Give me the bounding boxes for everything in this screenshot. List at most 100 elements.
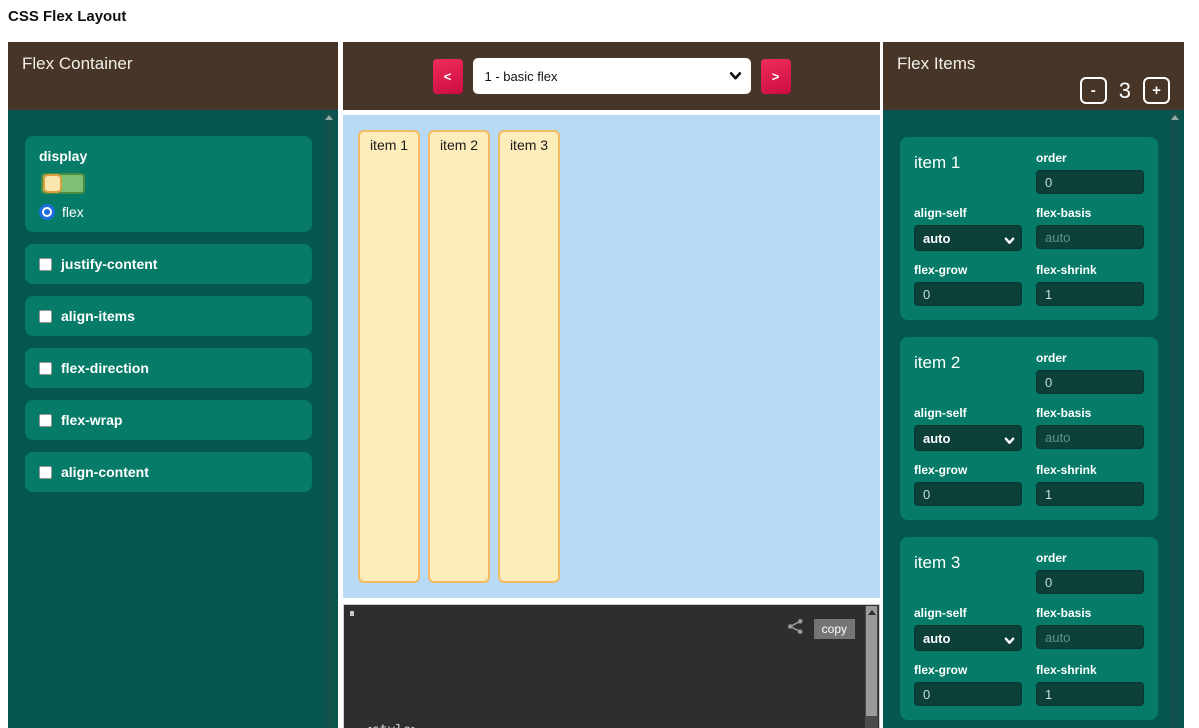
option-checkbox[interactable] xyxy=(39,362,52,375)
option-label: flex-direction xyxy=(61,360,149,376)
align-self-field: align-self auto xyxy=(914,206,1022,251)
flex-item-card: item 1 order align-self auto xyxy=(900,137,1158,320)
flex-basis-label: flex-basis xyxy=(1036,206,1144,220)
flex-shrink-label: flex-shrink xyxy=(1036,263,1144,277)
item-count-value: 3 xyxy=(1119,78,1131,104)
flex-grow-label: flex-grow xyxy=(914,663,1022,677)
flex-grow-field: flex-grow xyxy=(914,663,1022,706)
flex-basis-label: flex-basis xyxy=(1036,406,1144,420)
code-cursor-dot xyxy=(350,611,354,616)
order-label: order xyxy=(1036,151,1144,165)
order-field: order xyxy=(1036,151,1144,194)
right-panel-scrollbar[interactable] xyxy=(1170,112,1181,728)
flex-grow-label: flex-grow xyxy=(914,463,1022,477)
scroll-up-icon[interactable] xyxy=(868,610,876,615)
option-label: flex-wrap xyxy=(61,412,122,428)
flex-basis-input[interactable] xyxy=(1036,225,1144,249)
flex-grow-input[interactable] xyxy=(914,282,1022,306)
option-card[interactable]: flex-wrap xyxy=(25,400,312,440)
code-scrollbar[interactable] xyxy=(865,606,878,728)
flex-item-name: item 2 xyxy=(914,351,1022,394)
flex-container-panel-header: Flex Container xyxy=(8,42,338,110)
flex-shrink-label: flex-shrink xyxy=(1036,663,1144,677)
align-self-label: align-self xyxy=(914,406,1022,420)
left-panel-scrollbar[interactable] xyxy=(324,112,335,728)
scroll-up-icon[interactable] xyxy=(1171,115,1179,120)
page-title: CSS Flex Layout xyxy=(8,8,126,25)
share-icon[interactable] xyxy=(787,618,804,640)
option-checkbox[interactable] xyxy=(39,310,52,323)
align-self-field: align-self auto xyxy=(914,606,1022,651)
preview-flex-item: item 2 xyxy=(428,130,490,583)
display-toggle-knob[interactable] xyxy=(43,174,62,193)
order-field: order xyxy=(1036,351,1144,394)
flex-basis-input[interactable] xyxy=(1036,425,1144,449)
option-label: justify-content xyxy=(61,256,157,272)
flex-radio[interactable] xyxy=(39,204,55,220)
flex-container-panel-title: Flex Container xyxy=(22,54,324,74)
flex-grow-input[interactable] xyxy=(914,482,1022,506)
order-input[interactable] xyxy=(1036,370,1144,394)
container-options-list: justify-content align-items xyxy=(25,244,312,492)
flex-container-panel-body: display flex justify-content xyxy=(8,110,338,728)
flex-grow-label: flex-grow xyxy=(914,263,1022,277)
preset-bar: < 1 - basic flex > xyxy=(343,42,880,110)
preview-column: < 1 - basic flex > item 1 item 2 item 3 xyxy=(343,42,880,728)
code-panel: copy <style> .flex-container { display: … xyxy=(343,604,880,728)
order-label: order xyxy=(1036,551,1144,565)
order-label: order xyxy=(1036,351,1144,365)
display-toggle[interactable] xyxy=(41,173,85,194)
copy-button[interactable]: copy xyxy=(814,619,855,639)
option-card[interactable]: justify-content xyxy=(25,244,312,284)
flex-items-panel-header: Flex Items - 3 + xyxy=(883,42,1184,110)
code-scrollbar-thumb[interactable] xyxy=(866,606,877,716)
preset-select[interactable]: 1 - basic flex xyxy=(473,58,751,94)
add-item-button[interactable]: + xyxy=(1143,77,1170,104)
align-self-field: align-self auto xyxy=(914,406,1022,451)
flex-basis-field: flex-basis xyxy=(1036,206,1144,251)
flex-shrink-input[interactable] xyxy=(1036,482,1144,506)
flex-item-name: item 3 xyxy=(914,551,1022,594)
item-count-control: - 3 + xyxy=(1080,77,1170,104)
align-self-select[interactable]: auto xyxy=(914,625,1022,651)
flex-grow-field: flex-grow xyxy=(914,463,1022,506)
preview-flex-item: item 3 xyxy=(498,130,560,583)
option-card[interactable]: align-content xyxy=(25,452,312,492)
flex-basis-field: flex-basis xyxy=(1036,406,1144,451)
flex-grow-field: flex-grow xyxy=(914,263,1022,306)
option-checkbox[interactable] xyxy=(39,258,52,271)
display-card: display flex xyxy=(25,136,312,232)
order-input[interactable] xyxy=(1036,170,1144,194)
flex-item-card: item 3 order align-self auto xyxy=(900,537,1158,720)
align-self-select[interactable]: auto xyxy=(914,225,1022,251)
prev-preset-button[interactable]: < xyxy=(433,59,463,94)
flex-basis-field: flex-basis xyxy=(1036,606,1144,651)
option-checkbox[interactable] xyxy=(39,466,52,479)
option-card[interactable]: align-items xyxy=(25,296,312,336)
flex-basis-label: flex-basis xyxy=(1036,606,1144,620)
display-label: display xyxy=(39,148,298,164)
flex-container-panel: Flex Container display flex xyxy=(8,42,338,728)
remove-item-button[interactable]: - xyxy=(1080,77,1107,104)
option-label: align-content xyxy=(61,464,149,480)
scroll-up-icon[interactable] xyxy=(325,115,333,120)
preview-flex-item: item 1 xyxy=(358,130,420,583)
flex-item-name: item 1 xyxy=(914,151,1022,194)
option-checkbox[interactable] xyxy=(39,414,52,427)
flex-shrink-label: flex-shrink xyxy=(1036,463,1144,477)
flex-shrink-field: flex-shrink xyxy=(1036,663,1144,706)
flex-preview-container: item 1 item 2 item 3 xyxy=(343,115,880,598)
option-card[interactable]: flex-direction xyxy=(25,348,312,388)
flex-basis-input[interactable] xyxy=(1036,625,1144,649)
flex-item-card: item 2 order align-self auto xyxy=(900,337,1158,520)
app-window: CSS Flex Layout Flex Container display f… xyxy=(0,0,1199,728)
flex-shrink-input[interactable] xyxy=(1036,682,1144,706)
flex-grow-input[interactable] xyxy=(914,682,1022,706)
order-input[interactable] xyxy=(1036,570,1144,594)
option-label: align-items xyxy=(61,308,135,324)
next-preset-button[interactable]: > xyxy=(761,59,791,94)
align-self-select[interactable]: auto xyxy=(914,425,1022,451)
flex-shrink-input[interactable] xyxy=(1036,282,1144,306)
flex-items-panel-title: Flex Items xyxy=(897,54,1170,74)
flex-items-panel-body: item 1 order align-self auto xyxy=(883,110,1184,728)
